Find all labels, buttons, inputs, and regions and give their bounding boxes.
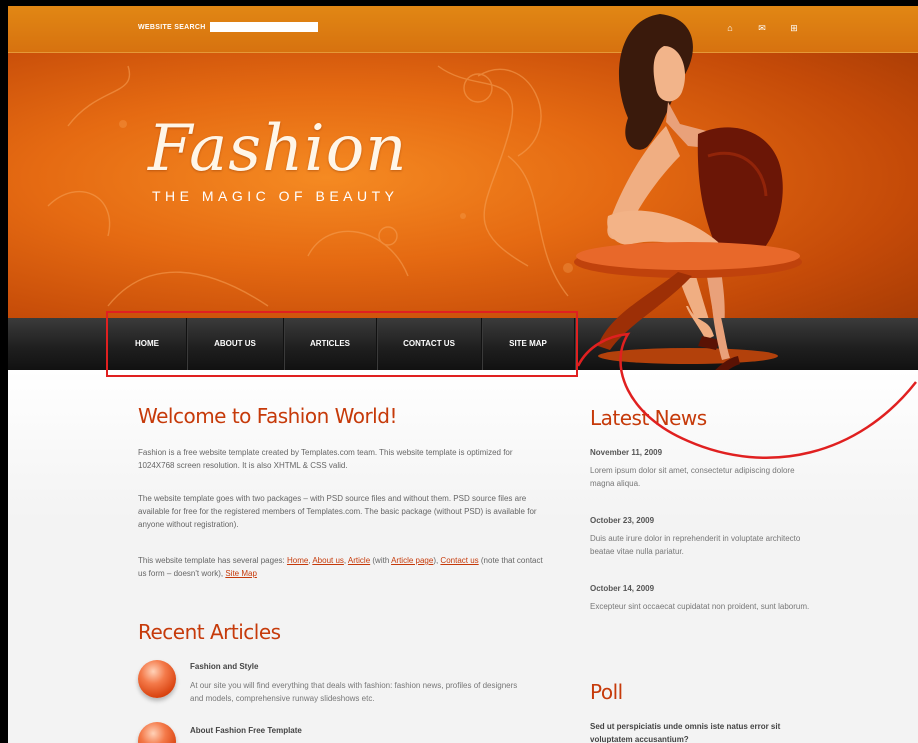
link-site-map[interactable]: Site Map (225, 569, 257, 578)
welcome-title: Welcome to Fashion World! (138, 404, 397, 428)
link-article[interactable]: Article (348, 556, 370, 565)
pages-intro-text: This website template has several pages: (138, 556, 287, 565)
nav-articles[interactable]: ARTICLES (284, 318, 377, 370)
news-date: November 11, 2009 (590, 448, 663, 457)
with-text: (with (370, 556, 392, 565)
news-date: October 23, 2009 (590, 516, 655, 525)
logo-block[interactable]: Fashion THE MAGIC OF BEAUTY (148, 114, 418, 204)
recent-articles-title: Recent Articles (138, 620, 281, 644)
poll-question: Sed ut perspiciatis unde omnis iste natu… (590, 722, 781, 743)
article-bullet-icon (138, 660, 176, 698)
logo-text: Fashion (148, 112, 408, 186)
link-article-page[interactable]: Article page (391, 556, 433, 565)
welcome-paragraph-3: This website template has several pages:… (138, 556, 543, 578)
web-page: WEBSITE SEARCH ⌂ ✉ ⊞ Fashion THE MAGIC O… (8, 6, 918, 743)
article-title[interactable]: About Fashion Free Template (190, 726, 302, 735)
news-text: Lorem ipsum dolor sit amet, consectetur … (590, 466, 795, 488)
welcome-paragraph-2: The website template goes with two packa… (138, 494, 537, 529)
news-text: Excepteur sint occaecat cupidatat non pr… (590, 602, 810, 611)
tagline: THE MAGIC OF BEAUTY (152, 188, 399, 204)
latest-news-title: Latest News (590, 406, 707, 430)
nav-about-us[interactable]: ABOUT US (187, 318, 284, 370)
search-input[interactable] (210, 22, 318, 32)
article-summary: At our site you will find everything tha… (190, 681, 518, 703)
search-label: WEBSITE SEARCH (138, 24, 206, 31)
link-about-us[interactable]: About us (312, 556, 344, 565)
nav-home[interactable]: HOME (108, 318, 187, 370)
link-contact-us[interactable]: Contact us (440, 556, 478, 565)
news-text: Duis aute irure dolor in reprehenderit i… (590, 534, 801, 556)
welcome-paragraph-1: Fashion is a free website template creat… (138, 448, 513, 470)
poll-title: Poll (590, 680, 623, 704)
article-title[interactable]: Fashion and Style (190, 662, 258, 671)
nav-site-map[interactable]: SITE MAP (482, 318, 575, 370)
nav-contact-us[interactable]: CONTACT US (377, 318, 482, 370)
news-date: October 14, 2009 (590, 584, 655, 593)
link-home[interactable]: Home (287, 556, 308, 565)
